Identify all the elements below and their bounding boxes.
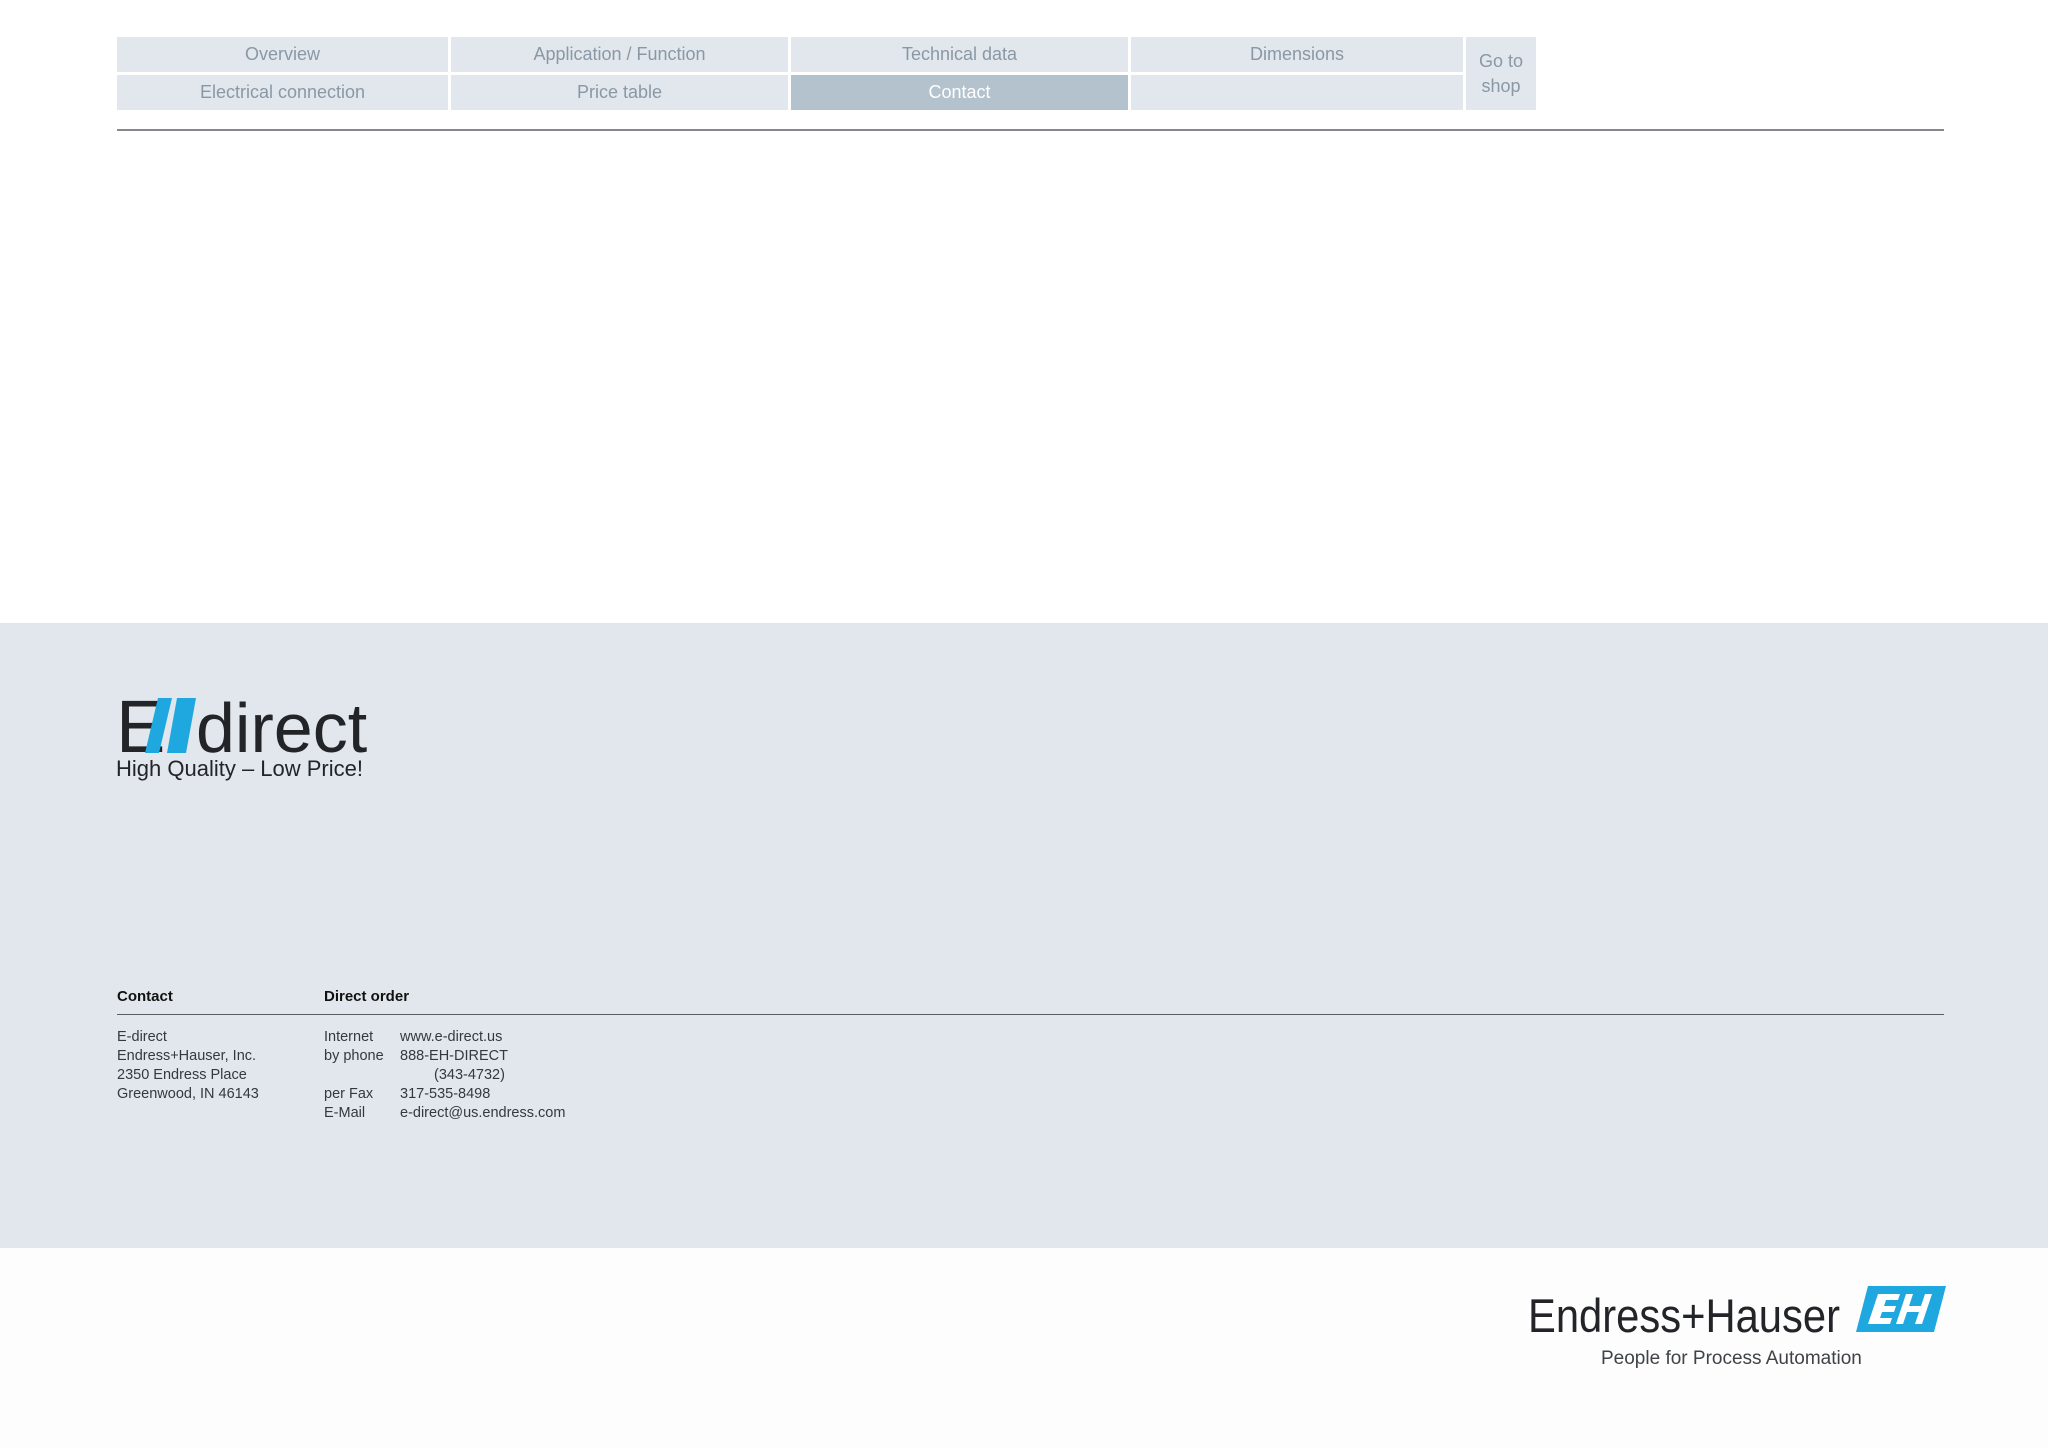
nav-price-table[interactable]: Price table xyxy=(451,75,788,110)
nav-divider xyxy=(117,129,1944,131)
nav-overview[interactable]: Overview xyxy=(117,37,448,72)
fax-value: 317-535-8498 xyxy=(400,1086,491,1102)
info-divider xyxy=(117,1014,1944,1015)
brand-wordmark: Endress+Hauser xyxy=(1528,1289,1840,1340)
contact-heading: Contact xyxy=(117,988,173,1005)
nav-application-function[interactable]: Application / Function xyxy=(451,37,788,72)
edirect-logo-slash-2 xyxy=(167,698,196,753)
nav-contact[interactable]: Contact xyxy=(791,75,1128,110)
email-link[interactable]: e-direct@us.endress.com xyxy=(400,1104,565,1123)
internet-label: Internet xyxy=(324,1029,374,1045)
phone-value: 888-EH-DIRECT xyxy=(400,1048,508,1064)
brand-tagline: People for Process Automation xyxy=(1601,1348,1862,1369)
nav-electrical-connection[interactable]: Electrical connection xyxy=(117,75,448,110)
phone-label: by phone xyxy=(324,1048,384,1064)
nav-technical-data[interactable]: Technical data xyxy=(791,37,1128,72)
address-line: Greenwood, IN 46143 xyxy=(117,1086,259,1102)
contact-address: E-direct Endress+Hauser, Inc. 2350 Endre… xyxy=(117,1028,259,1104)
address-line: E-direct xyxy=(117,1029,167,1045)
email-label: E-Mail xyxy=(324,1105,366,1121)
fax-label: per Fax xyxy=(324,1086,374,1102)
nav-empty-cell xyxy=(1131,75,1463,110)
endress-hauser-logo: Endress+Hauser xyxy=(1528,1286,1946,1340)
phone-value-digits: (343-4732) xyxy=(434,1067,505,1083)
website-link[interactable]: www.e-direct.us xyxy=(400,1028,502,1047)
direct-order-heading: Direct order xyxy=(324,988,410,1005)
address-line: Endress+Hauser, Inc. xyxy=(117,1048,257,1064)
edirect-tagline: High Quality – Low Price! xyxy=(116,756,363,781)
address-line: 2350 Endress Place xyxy=(117,1067,247,1083)
go-to-shop-button[interactable]: Go to shop xyxy=(1466,37,1536,110)
nav-dimensions[interactable]: Dimensions xyxy=(1131,37,1463,72)
